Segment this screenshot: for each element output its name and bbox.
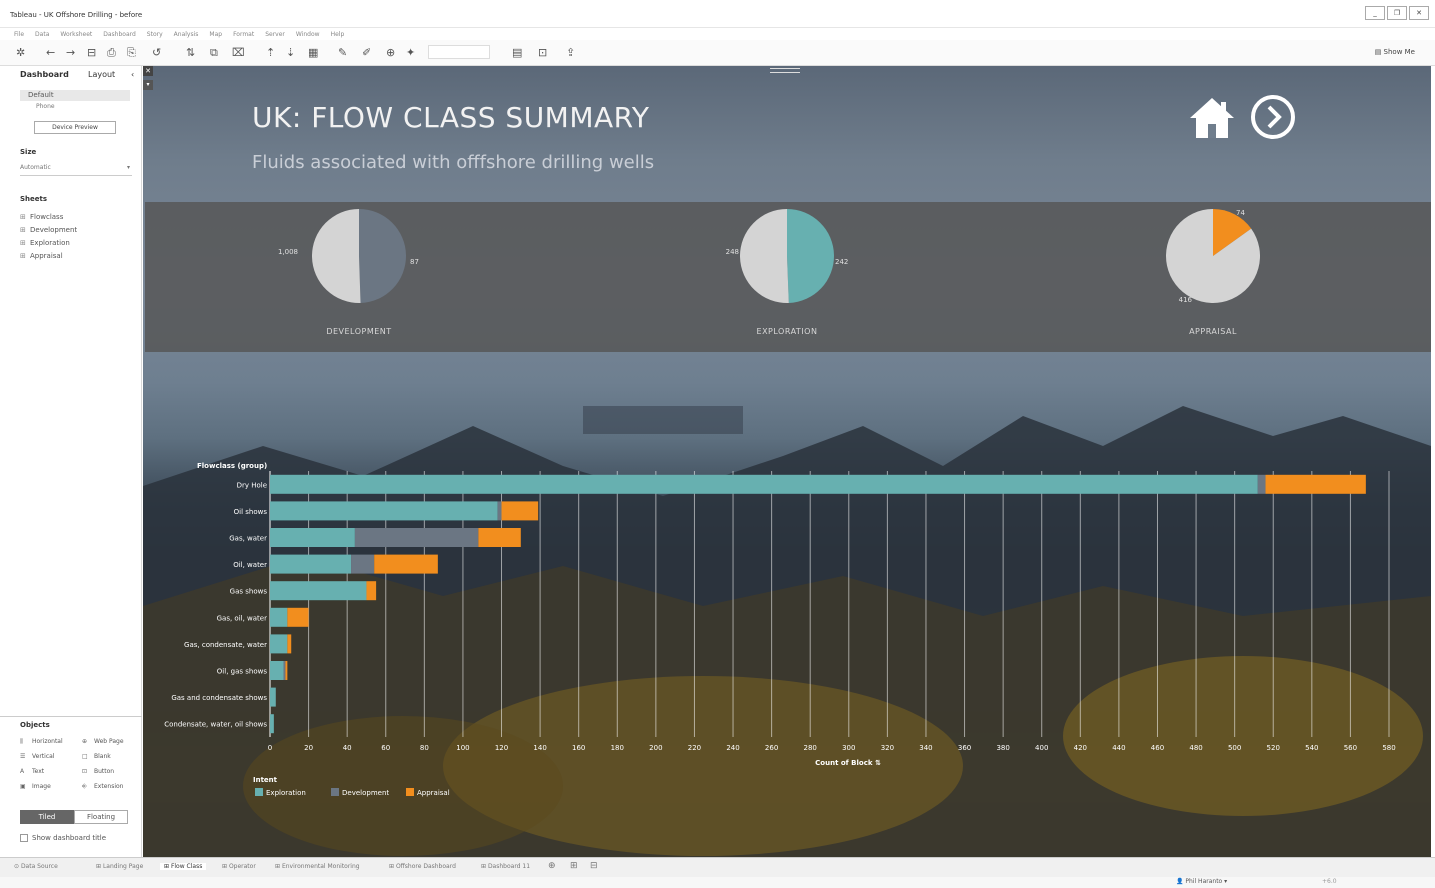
legend-title: Intent <box>253 776 278 784</box>
new-story-icon[interactable]: ⊟ <box>590 861 598 871</box>
bar-appraisal[interactable] <box>366 581 377 601</box>
tab-environmental-monitoring[interactable]: ⊞ Environmental Monitoring <box>275 863 360 870</box>
legend-swatch <box>255 788 263 796</box>
tableau-window: Tableau - UK Offshore Drilling - before … <box>0 0 1435 888</box>
x-tick-label: 420 <box>1074 744 1087 752</box>
x-tick-label: 140 <box>533 744 546 752</box>
tab-label: Operator <box>228 863 256 870</box>
tab-flow-class[interactable]: ⊞ Flow Class <box>160 863 207 870</box>
user-menu[interactable]: 👤 Phil Haranto ▾ <box>1176 878 1227 885</box>
tab-data-source[interactable]: ⊙ Data Source <box>14 863 58 870</box>
bar-development[interactable] <box>1257 474 1266 494</box>
x-tick-label: 20 <box>304 744 313 752</box>
x-tick-label: 580 <box>1382 744 1395 752</box>
legend-item-exploration[interactable]: Exploration <box>266 789 306 797</box>
x-tick-label: 240 <box>726 744 739 752</box>
bar-appraisal[interactable] <box>287 634 292 654</box>
category-label: Gas and condensate shows <box>171 694 267 702</box>
x-axis-title: Count of Block ⇅ <box>815 759 881 767</box>
x-tick-label: 220 <box>688 744 701 752</box>
x-tick-label: 180 <box>611 744 624 752</box>
category-label: Oil, gas shows <box>217 668 268 676</box>
tab-dashboard-11[interactable]: ⊞ Dashboard 11 <box>481 863 530 870</box>
tab-label: Offshore Dashboard <box>395 863 456 870</box>
zoom-level: +6.0 <box>1322 878 1337 885</box>
legend-swatch <box>406 788 414 796</box>
bar-exploration[interactable] <box>270 687 276 707</box>
status-bar: 👤 Phil Haranto ▾ +6.0 <box>0 877 1435 888</box>
bar-appraisal[interactable] <box>287 607 309 627</box>
x-tick-label: 560 <box>1344 744 1357 752</box>
x-tick-label: 360 <box>958 744 971 752</box>
bar-appraisal[interactable] <box>374 554 438 574</box>
x-tick-label: 80 <box>420 744 429 752</box>
category-label: Oil, water <box>233 561 267 569</box>
x-tick-label: 300 <box>842 744 855 752</box>
bar-development[interactable] <box>283 661 286 680</box>
y-header: Flowclass (group) <box>197 462 267 470</box>
x-tick-label: 60 <box>381 744 390 752</box>
x-tick-label: 380 <box>996 744 1009 752</box>
tab-label: Dashboard 11 <box>487 863 531 870</box>
bar-exploration[interactable] <box>270 714 274 734</box>
legend-item-development[interactable]: Development <box>342 789 389 797</box>
bar-development[interactable] <box>497 501 502 521</box>
bar-exploration[interactable] <box>270 528 355 547</box>
bar-appraisal[interactable] <box>478 528 521 547</box>
bar-development[interactable] <box>351 554 375 574</box>
x-tick-label: 320 <box>881 744 894 752</box>
tab-label: Landing Page <box>102 863 144 870</box>
tab-operator[interactable]: ⊞ Operator <box>222 863 256 870</box>
bar-exploration[interactable] <box>270 501 498 521</box>
x-tick-label: 260 <box>765 744 778 752</box>
x-tick-label: 520 <box>1267 744 1280 752</box>
tab-offshore-dashboard[interactable]: ⊞ Offshore Dashboard <box>389 863 456 870</box>
x-tick-label: 280 <box>804 744 817 752</box>
bar-exploration[interactable] <box>270 581 367 601</box>
new-worksheet-icon[interactable]: ⊕ <box>548 861 556 871</box>
tab-landing-page[interactable]: ⊞ Landing Page <box>96 863 143 870</box>
category-label: Gas, condensate, water <box>184 641 267 649</box>
bar-appraisal[interactable] <box>285 661 288 680</box>
x-tick-label: 440 <box>1112 744 1125 752</box>
bar-exploration[interactable] <box>270 607 288 627</box>
bar-exploration[interactable] <box>270 661 284 680</box>
tab-label: Data Source <box>20 863 58 870</box>
flowclass-bar-chart: 0 20 40 60 80 100 120 140 160 180 200 220 240 260 280 3… <box>164 462 1395 797</box>
bar-exploration[interactable] <box>270 474 1258 494</box>
x-tick-label: 500 <box>1228 744 1241 752</box>
legend-item-appraisal[interactable]: Appraisal <box>417 789 450 797</box>
x-tick-label: 200 <box>649 744 662 752</box>
category-label: Gas, oil, water <box>217 614 267 622</box>
x-tick-label: 340 <box>919 744 932 752</box>
category-label: Gas shows <box>230 588 268 596</box>
bar-exploration[interactable] <box>270 634 288 654</box>
x-tick-label: 460 <box>1151 744 1164 752</box>
x-tick-label: 40 <box>343 744 352 752</box>
new-dashboard-icon[interactable]: ⊞ <box>570 861 578 871</box>
x-tick-label: 160 <box>572 744 585 752</box>
tab-label: Environmental Monitoring <box>281 863 360 870</box>
bar-development[interactable] <box>354 528 479 547</box>
x-tick-label: 400 <box>1035 744 1048 752</box>
x-tick-label: 120 <box>495 744 508 752</box>
category-label: Dry Hole <box>237 481 267 489</box>
legend-swatch <box>331 788 339 796</box>
category-label: Oil shows <box>234 508 268 516</box>
sheet-tabs-bar: ⊙ Data Source ⊞ Landing Page ⊞ Flow Clas… <box>0 857 1435 877</box>
bar-appraisal[interactable] <box>501 501 539 521</box>
x-tick-label: 480 <box>1189 744 1202 752</box>
x-tick-label: 100 <box>456 744 469 752</box>
x-tick-label: 0 <box>268 744 272 752</box>
bar-exploration[interactable] <box>270 554 352 574</box>
x-tick-label: 540 <box>1305 744 1318 752</box>
tab-label: Flow Class <box>170 863 203 870</box>
category-label: Gas, water <box>229 535 267 543</box>
user-name: Phil Haranto <box>1185 878 1223 885</box>
bar-appraisal[interactable] <box>1265 474 1366 494</box>
category-label: Condensate, water, oil shows <box>164 721 267 729</box>
